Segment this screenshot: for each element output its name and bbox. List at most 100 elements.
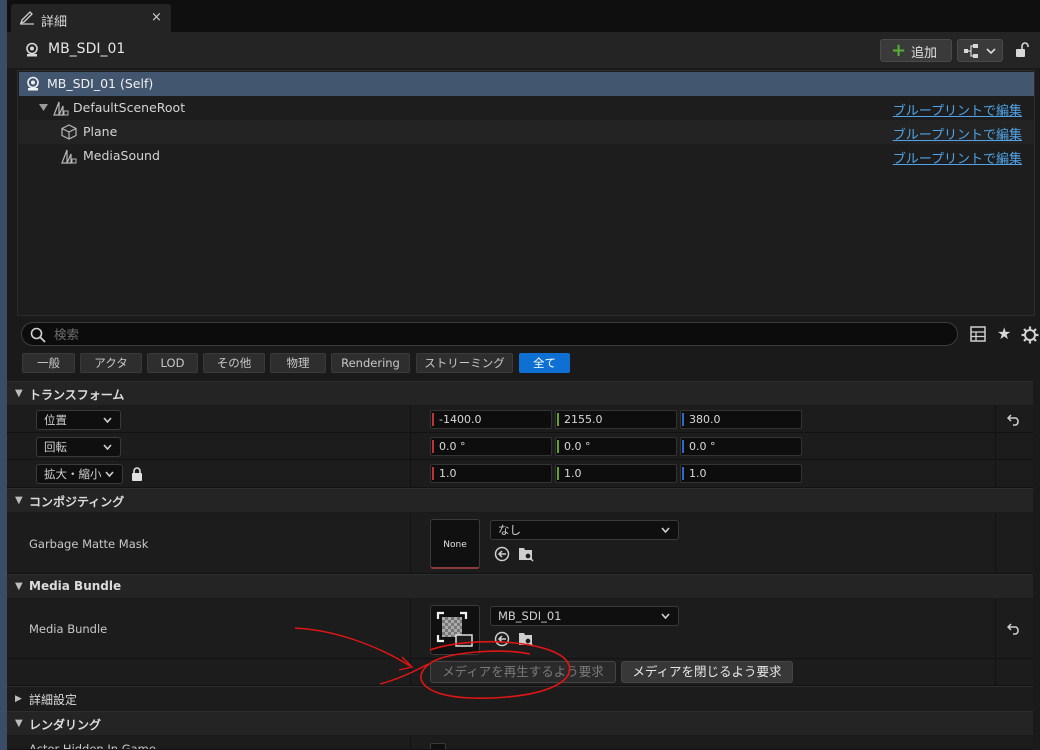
edit-in-blueprint-link[interactable]: ブループリントで編集 xyxy=(893,100,1022,119)
filter-streaming[interactable]: ストリーミング xyxy=(416,353,513,373)
media-bundle-thumbnail[interactable] xyxy=(430,605,480,655)
section-title: Media Bundle xyxy=(29,579,122,593)
collapse-arrow-icon: ▼ xyxy=(15,718,23,729)
section-title: コンポジティング xyxy=(29,495,125,509)
thumbnail-none-text: None xyxy=(443,540,467,550)
filter-general[interactable]: 一般 xyxy=(22,353,75,373)
tab-title: 詳細 xyxy=(41,15,68,30)
rotation-y-field[interactable]: 0.0 ° xyxy=(555,437,677,456)
scale-y-field[interactable]: 1.0 xyxy=(555,464,677,483)
property-row-location: 位置 -1400.0 2155.0 380.0 xyxy=(7,406,1033,433)
rotation-x-value: 0.0 ° xyxy=(439,440,466,453)
tree-item-self[interactable]: MB_SDI_01 (Self) xyxy=(19,72,1034,96)
actor-icon xyxy=(26,42,38,57)
edit-in-blueprint-link[interactable]: ブループリントで編集 xyxy=(893,124,1022,143)
section-media-bundle[interactable]: ▼ Media Bundle xyxy=(7,574,1033,598)
section-transform[interactable]: ▼ トランスフォーム xyxy=(7,381,1033,405)
search-input[interactable] xyxy=(54,325,934,343)
location-x-value: -1400.0 xyxy=(439,413,482,426)
garbage-matte-label: Garbage Matte Mask xyxy=(29,537,149,551)
property-row-media-actions: メディアを再生するよう要求 メディアを閉じるよう要求 xyxy=(7,659,1033,686)
reset-to-default-icon[interactable] xyxy=(1007,414,1021,426)
search-icon xyxy=(30,327,46,343)
filter-actor[interactable]: アクタ xyxy=(80,353,142,373)
use-selected-asset-icon[interactable] xyxy=(494,631,510,647)
tree-item-default-scene-root[interactable]: DefaultSceneRoot ブループリントで編集 xyxy=(19,96,1034,120)
location-mode-dropdown[interactable]: 位置 xyxy=(36,410,121,430)
media-bundle-icon xyxy=(436,611,473,647)
chevron-down-icon xyxy=(661,527,670,533)
collapse-arrow-icon: ▼ xyxy=(15,388,23,399)
edit-in-blueprint-link[interactable]: ブループリントで編集 xyxy=(893,148,1022,167)
chevron-down-icon[interactable] xyxy=(39,104,48,111)
filter-misc[interactable]: その他 xyxy=(203,353,265,373)
actor-hidden-checkbox[interactable] xyxy=(430,743,446,749)
actor-hidden-label: Actor Hidden In Game xyxy=(29,742,156,750)
use-selected-asset-icon[interactable] xyxy=(494,546,510,562)
media-bundle-label: Media Bundle xyxy=(29,622,108,636)
filter-physics[interactable]: 物理 xyxy=(270,353,326,373)
tree-item-label: Plane xyxy=(83,124,118,139)
scale-z-field[interactable]: 1.0 xyxy=(680,464,802,483)
location-z-field[interactable]: 380.0 xyxy=(680,410,802,429)
actor-header: MB_SDI_01 + 追加 xyxy=(7,32,1040,68)
scale-x-field[interactable]: 1.0 xyxy=(430,464,552,483)
rotation-label: 回転 xyxy=(44,440,67,454)
filter-rendering[interactable]: Rendering xyxy=(331,353,410,373)
left-dock-edge xyxy=(0,0,7,750)
tree-item-plane[interactable]: Plane ブループリントで編集 xyxy=(19,120,1034,144)
tree-item-label: MediaSound xyxy=(83,148,160,163)
tree-item-media-sound[interactable]: MediaSound ブループリントで編集 xyxy=(19,144,1034,168)
close-icon[interactable]: × xyxy=(151,10,162,25)
location-x-field[interactable]: -1400.0 xyxy=(430,410,552,429)
scale-x-value: 1.0 xyxy=(439,467,457,480)
browse-asset-icon[interactable] xyxy=(518,631,534,647)
garbage-matte-asset-picker[interactable]: なし xyxy=(490,520,679,540)
property-row-garbage-matte-mask: Garbage Matte Mask None なし xyxy=(7,513,1033,574)
scene-component-icon xyxy=(53,101,69,116)
star-icon[interactable]: ★ xyxy=(997,324,1011,343)
filter-all[interactable]: 全て xyxy=(519,353,570,373)
scene-component-icon xyxy=(61,149,77,164)
property-row-actor-hidden: Actor Hidden In Game xyxy=(7,736,1033,750)
asset-value: MB_SDI_01 xyxy=(498,609,562,623)
rotation-x-field[interactable]: 0.0 ° xyxy=(430,437,552,456)
location-y-value: 2155.0 xyxy=(564,413,603,426)
lock-icon[interactable] xyxy=(1015,42,1029,58)
tab-details[interactable]: 詳細 × xyxy=(11,4,171,32)
tree-item-label: MB_SDI_01 (Self) xyxy=(47,76,154,91)
table-view-icon[interactable] xyxy=(970,326,986,342)
location-y-field[interactable]: 2155.0 xyxy=(555,410,677,429)
asset-value: なし xyxy=(498,523,521,537)
section-rendering[interactable]: ▼ レンダリング xyxy=(7,711,1033,735)
lock-icon[interactable] xyxy=(131,467,143,481)
reset-to-default-icon[interactable] xyxy=(1007,623,1021,635)
collapse-arrow-icon: ▼ xyxy=(15,495,23,506)
filter-lod[interactable]: LOD xyxy=(147,353,198,373)
rotation-z-field[interactable]: 0.0 ° xyxy=(680,437,802,456)
pencil-icon xyxy=(19,11,34,25)
section-advanced[interactable]: ▶ 詳細設定 xyxy=(7,686,1033,710)
actor-icon xyxy=(27,76,39,91)
gear-icon[interactable] xyxy=(1021,326,1039,344)
add-component-button[interactable]: + 追加 xyxy=(880,39,952,62)
blueprint-dropdown-button[interactable] xyxy=(957,39,1003,62)
scale-mode-dropdown[interactable]: 拡大・縮小 xyxy=(36,464,123,484)
section-title: 詳細設定 xyxy=(29,693,78,707)
static-mesh-icon xyxy=(61,124,77,140)
section-compositing[interactable]: ▼ コンポジティング xyxy=(7,488,1033,512)
plus-icon: + xyxy=(891,40,907,61)
request-close-media-button[interactable]: メディアを閉じるよう要求 xyxy=(621,661,793,683)
property-row-rotation: 回転 0.0 ° 0.0 ° 0.0 ° xyxy=(7,433,1033,460)
location-label: 位置 xyxy=(44,413,67,427)
component-tree: MB_SDI_01 (Self) DefaultSceneRoot ブループリン… xyxy=(17,70,1035,316)
section-title: レンダリング xyxy=(29,718,102,732)
rotation-mode-dropdown[interactable]: 回転 xyxy=(36,437,121,457)
browse-asset-icon[interactable] xyxy=(518,546,534,562)
chevron-down-icon xyxy=(986,48,996,54)
scale-label: 拡大・縮小 xyxy=(44,467,102,481)
request-play-media-button[interactable]: メディアを再生するよう要求 xyxy=(430,661,616,683)
chevron-down-icon xyxy=(103,444,112,450)
media-bundle-asset-picker[interactable]: MB_SDI_01 xyxy=(490,606,679,626)
asset-thumbnail[interactable]: None xyxy=(430,519,480,569)
